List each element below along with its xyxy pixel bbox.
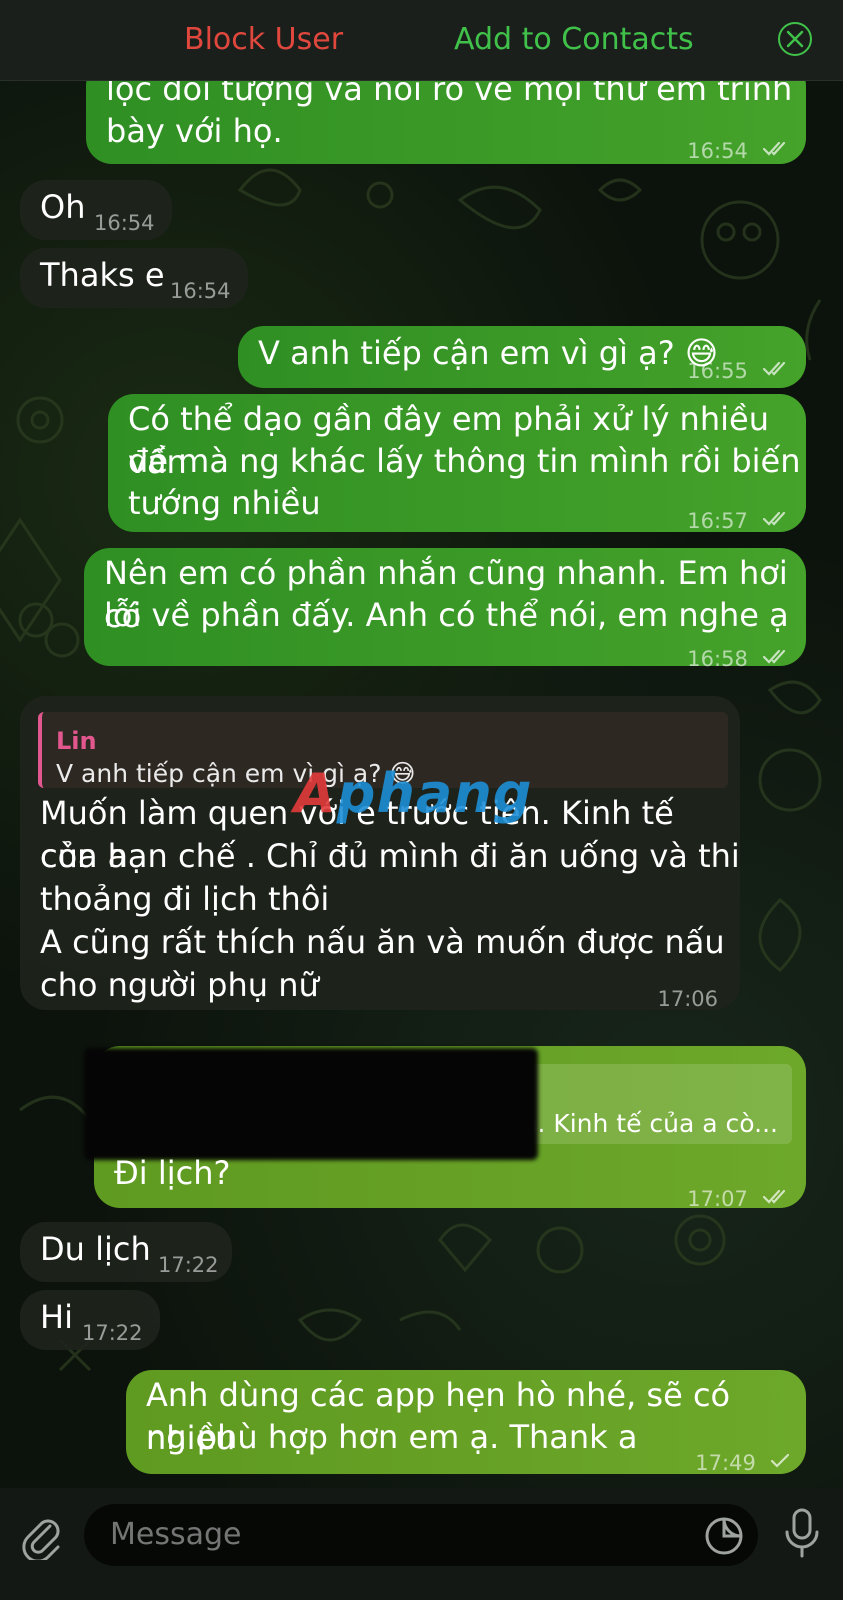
message-text: Đi lịch? [114,1154,231,1192]
microphone-icon[interactable] [782,1506,822,1562]
message-text: thoảng đi lịch thôi [40,880,330,918]
message-time: 16:57 [687,509,748,533]
message-bubble-incoming[interactable]: Lin V anh tiếp cận em vì gì ạ? 😅 Muốn là… [20,696,740,1011]
watermark-rest: phang [336,762,533,825]
message-time: 16:58 [687,647,748,671]
message-text: Thaks e [40,256,165,294]
message-text: ng phù hợp hơn em ạ. Thank a [146,1418,638,1456]
double-check-icon [762,141,786,156]
message-text: Du lịch [40,1230,151,1268]
double-check-icon [762,511,786,526]
message-time: 16:54 [170,279,231,303]
message-text: tướng nhiều [128,484,321,522]
message-time: 17:22 [82,1321,143,1345]
watermark-first-letter: A [294,762,337,825]
message-text: Oh [40,188,86,226]
message-time: 16:55 [687,359,748,383]
message-bubble-outgoing[interactable]: Anh dùng các app hẹn hò nhé, sẽ có nhiều… [126,1370,806,1475]
redacted-area [84,1048,538,1160]
double-check-icon [762,361,786,376]
message-bubble-incoming[interactable]: Thaks e 16:54 [20,248,248,308]
add-to-contacts-button[interactable]: Add to Contacts [454,22,694,57]
attach-icon[interactable] [20,1512,64,1560]
single-check-icon [770,1453,790,1468]
watermark-logo: Aphang [294,762,532,825]
top-action-bar: Block User Add to Contacts [0,0,843,81]
message-text: bày với họ. [106,112,283,150]
message-time: 17:22 [158,1253,219,1277]
message-text: đề mà ng khác lấy thông tin mình rồi biế… [128,442,801,480]
message-input[interactable] [84,1504,758,1566]
block-user-button[interactable]: Block User [184,22,343,57]
message-bubble-outgoing[interactable]: V anh tiếp cận em vì gì ạ? 😅 16:55 [238,326,806,388]
message-time: 17:49 [695,1451,756,1475]
sticker-icon[interactable] [704,1516,744,1556]
message-bubble-incoming[interactable]: Hi 17:22 [20,1290,160,1350]
message-text: Hi [40,1298,73,1336]
message-time: 16:54 [687,139,748,163]
close-icon[interactable] [778,22,812,56]
message-text: còn hạn chế . Chỉ đủ mình đi ăn uống và … [40,837,740,875]
message-text: cho người phụ nữ [40,966,319,1004]
message-time: 17:06 [657,987,718,1011]
message-time: 16:54 [94,211,155,235]
message-time: 17:07 [687,1187,748,1211]
message-text: lỗi về phần đấy. Anh có thể nói, em nghe… [104,596,789,634]
message-bubble-outgoing[interactable]: Có thể dạo gần đây em phải xử lý nhiều v… [108,394,806,533]
message-bubble-outgoing[interactable]: Nên em có phần nhắn cũng nhanh. Em hơi c… [84,548,806,671]
double-check-icon [762,649,786,664]
message-text: V anh tiếp cận em vì gì ạ? 😅 [258,334,719,372]
message-bubble-incoming[interactable]: Du lịch 17:22 [20,1222,232,1282]
message-text: A cũng rất thích nấu ăn và muốn được nấu [40,923,725,961]
message-bubble-incoming[interactable]: Oh 16:54 [20,180,172,240]
message-composer [0,1488,843,1600]
message-bubble-outgoing[interactable]: Muốn làm quen với e trước tiên. Kinh tế … [84,1046,806,1211]
double-check-icon [762,1189,786,1204]
